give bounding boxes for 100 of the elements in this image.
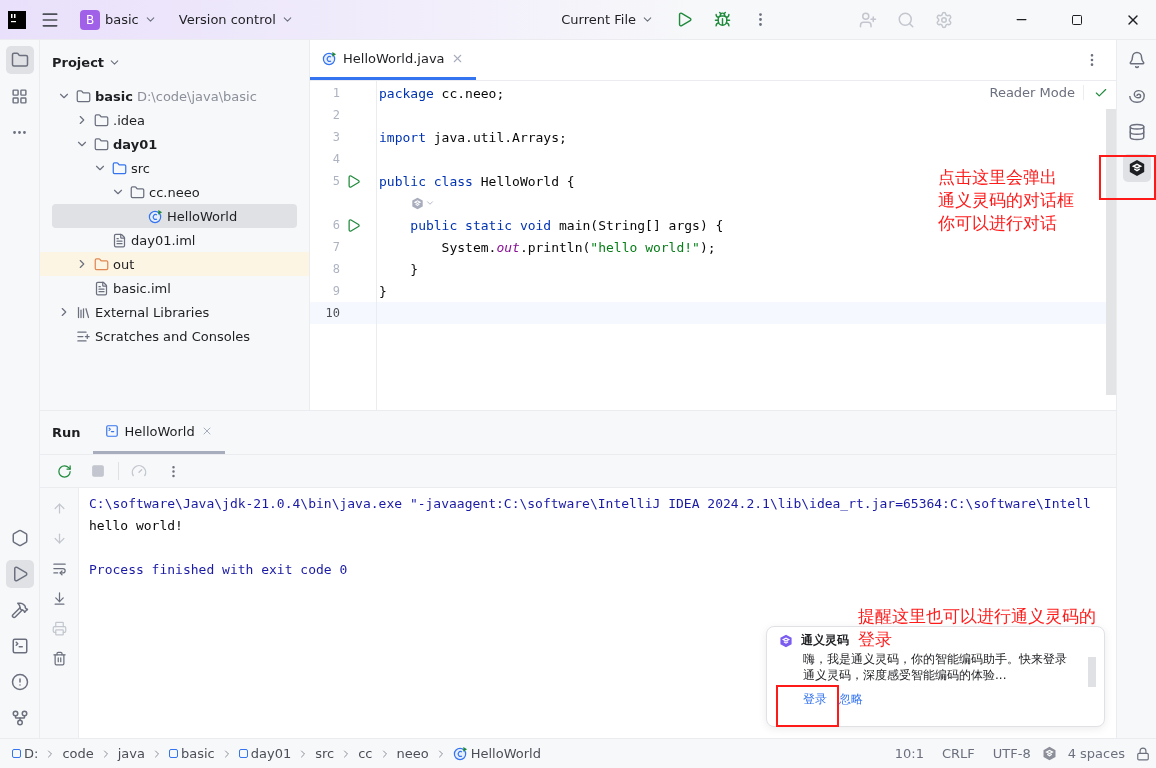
- line-separator[interactable]: CRLF: [934, 746, 982, 761]
- line-number: 3: [331, 130, 340, 144]
- code-line: System.out.println("hello world!");: [440, 239, 716, 255]
- breadcrumb[interactable]: basic: [167, 746, 217, 761]
- annotation-text: 通义灵码的对话框: [938, 189, 1074, 212]
- tree-item[interactable]: Scratches and Consoles: [40, 324, 309, 348]
- scrollbar[interactable]: [1088, 657, 1096, 687]
- breadcrumb[interactable]: java: [115, 746, 147, 761]
- console-line: hello world!: [89, 516, 184, 535]
- line-number: 10: [324, 306, 340, 320]
- hexagon-logo-icon: [1127, 159, 1146, 177]
- breadcrumb[interactable]: src: [313, 746, 337, 761]
- path-text: D:\code\java\basic: [137, 88, 257, 104]
- scrollbar[interactable]: [1106, 109, 1116, 395]
- tree-item[interactable]: cc.neeo: [40, 180, 309, 204]
- tree-label: src: [131, 160, 150, 176]
- package-icon: [130, 184, 145, 200]
- module-icon: [238, 749, 248, 758]
- console-line: C:\software\Java\jdk-21.0.4\bin\java.exe "-javaagent:C:\software\IntelliJ IDEA 2024.2.1\lib\idea_rt.jar=65364:C:\software\Intell: [89, 494, 1092, 513]
- tree-item[interactable]: out: [40, 252, 309, 276]
- breadcrumb[interactable]: HelloWorld: [450, 746, 543, 761]
- run-title: Run: [52, 425, 81, 440]
- run-icon[interactable]: [5, 560, 34, 588]
- ai-assistant-button[interactable]: [1122, 154, 1151, 182]
- module-icon: [169, 749, 178, 758]
- project-title[interactable]: Project: [48, 52, 126, 72]
- breadcrumb[interactable]: code: [60, 746, 96, 761]
- module-folder-icon: [76, 88, 91, 104]
- folder-icon[interactable]: [5, 46, 34, 74]
- run-icon[interactable]: [346, 173, 361, 189]
- project-dropdown[interactable]: B basic: [74, 5, 163, 34]
- code-line: }: [409, 261, 419, 277]
- annotation-text: 点击这里会弹出: [938, 166, 1057, 189]
- line-number: 9: [331, 284, 340, 298]
- tree-label: .idea: [113, 112, 145, 128]
- tree-item[interactable]: External Libraries: [40, 300, 309, 324]
- lock-icon[interactable]: [1136, 746, 1150, 761]
- file-icon: [94, 280, 109, 296]
- notification-link[interactable]: 登录: [803, 691, 827, 708]
- encoding[interactable]: UTF-8: [985, 746, 1038, 761]
- line-number: 5: [331, 174, 340, 188]
- tree-item[interactable]: src: [40, 156, 309, 180]
- scratches-icon: [76, 328, 91, 344]
- code-line: public static void main(String[] args) {: [409, 217, 724, 233]
- breadcrumb[interactable]: day01: [236, 746, 294, 761]
- app-logo-icon[interactable]: [8, 10, 26, 29]
- class-icon: [452, 746, 468, 761]
- breadcrumb[interactable]: D:: [10, 746, 41, 761]
- run-icon[interactable]: [346, 217, 361, 233]
- highlight-frame: [776, 685, 839, 727]
- breadcrumb[interactable]: cc: [356, 746, 375, 761]
- file-icon: [112, 232, 127, 248]
- annotation-text: 登录: [858, 628, 892, 651]
- class-icon: [148, 208, 163, 224]
- breadcrumb[interactable]: neeo: [394, 746, 431, 761]
- run-config-dropdown[interactable]: Current File: [555, 8, 660, 31]
- notification-link[interactable]: 忽略: [839, 691, 863, 708]
- vcs-dropdown[interactable]: Version control: [172, 8, 300, 31]
- swirl-icon[interactable]: [1127, 87, 1146, 105]
- module-icon: [12, 749, 21, 758]
- indent-setting[interactable]: 4 spaces: [1060, 746, 1132, 761]
- line-number: 4: [331, 152, 340, 166]
- reader-mode-button[interactable]: Reader Mode: [989, 85, 1084, 100]
- line-number: 7: [331, 240, 340, 254]
- code-line: }: [379, 283, 387, 299]
- tree-item[interactable]: .idea: [40, 108, 309, 132]
- code-line: public class HelloWorld {: [379, 173, 575, 189]
- tree-item[interactable]: HelloWorld: [52, 204, 297, 228]
- code-line: import java.util.Arrays;: [379, 129, 567, 145]
- tree-label: HelloWorld: [167, 208, 238, 224]
- ai-hint-icon[interactable]: [411, 196, 424, 210]
- hexagon-logo-icon: [779, 633, 793, 648]
- run-tab[interactable]: HelloWorld: [92, 411, 225, 454]
- tree-item[interactable]: basic.iml: [40, 276, 309, 300]
- tree-item[interactable]: basic D:\code\java\basic: [40, 84, 309, 108]
- editor-tab[interactable]: HelloWorld.java: [310, 40, 476, 80]
- highlight-frame: [1099, 155, 1156, 200]
- tree-label: out: [113, 256, 135, 272]
- library-icon: [76, 304, 91, 320]
- notification-title: 通义灵码: [801, 632, 849, 649]
- class-icon: [322, 51, 337, 66]
- tree-label: day01: [113, 136, 158, 152]
- line-number: 1: [331, 86, 340, 100]
- tree-item[interactable]: day01.iml: [40, 228, 309, 252]
- tree-label: basic.iml: [113, 280, 171, 296]
- folder-icon: [94, 256, 109, 272]
- annotation-text: 提醒这里也可以进行通义灵码的: [858, 605, 1096, 628]
- tree-label: External Libraries: [95, 304, 210, 320]
- tree-label: basic: [95, 88, 133, 104]
- tree-label: cc.neeo: [149, 184, 200, 200]
- tree-label: Scratches and Consoles: [95, 328, 251, 344]
- line-number: 2: [331, 108, 340, 122]
- ai-status-icon[interactable]: [1041, 746, 1057, 761]
- annotation-text: 你可以进行对话: [938, 212, 1057, 235]
- console-icon: [104, 424, 119, 438]
- console-line: Process finished with exit code 0: [89, 560, 349, 579]
- source-folder-icon: [112, 160, 127, 176]
- tree-item[interactable]: day01: [40, 132, 309, 156]
- tree-label: day01.iml: [131, 232, 196, 248]
- caret-position[interactable]: 10:1: [887, 746, 931, 761]
